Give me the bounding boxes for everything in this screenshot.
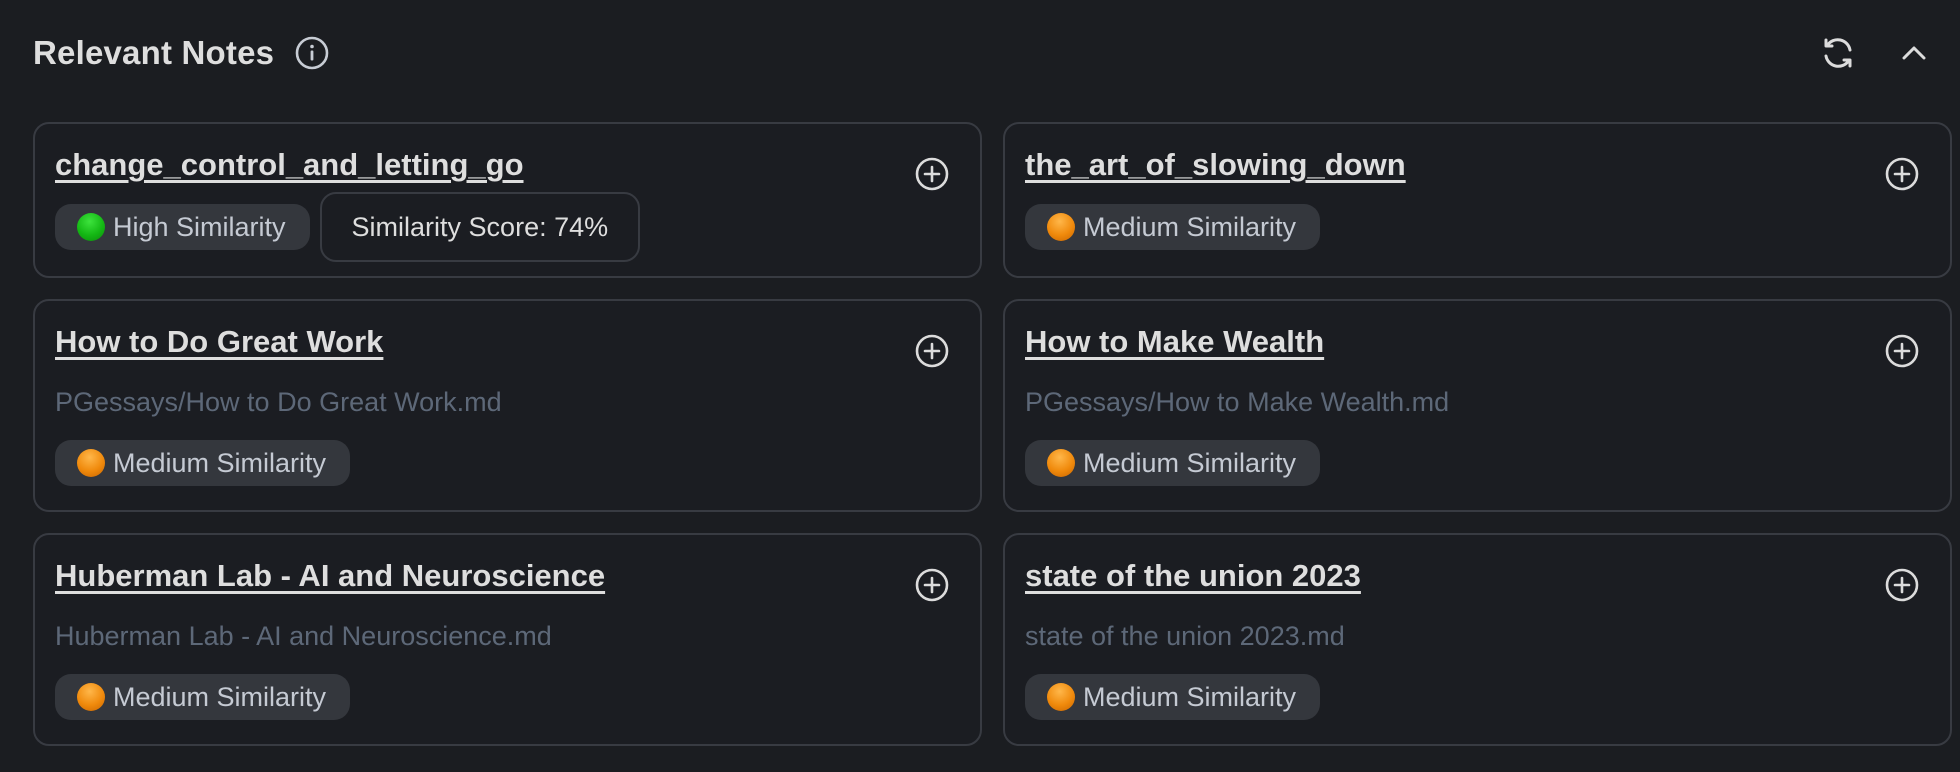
- note-path: state of the union 2023.md: [1025, 621, 1345, 651]
- similarity-badge: High Similarity: [55, 204, 310, 250]
- note-card[interactable]: the_art_of_slowing_down Medium Similarit…: [1003, 122, 1952, 278]
- note-path: PGessays/How to Make Wealth.md: [1025, 387, 1450, 417]
- add-note-button[interactable]: [1882, 154, 1922, 194]
- add-note-button[interactable]: [1882, 331, 1922, 371]
- header-actions: [1816, 28, 1936, 78]
- note-card[interactable]: Huberman Lab - AI and Neuroscience Huber…: [33, 533, 982, 746]
- orange-circle-icon: [1047, 449, 1075, 477]
- badge-row: Medium Similarity: [1025, 204, 1930, 250]
- green-circle-icon: [77, 213, 105, 241]
- note-path: PGessays/How to Do Great Work.md: [55, 387, 502, 417]
- add-note-button[interactable]: [912, 565, 952, 605]
- similarity-label: Medium Similarity: [113, 447, 327, 478]
- info-icon[interactable]: [294, 35, 330, 71]
- orange-circle-icon: [77, 683, 105, 711]
- note-title-link[interactable]: state of the union 2023: [1025, 557, 1361, 595]
- similarity-score-tooltip: Similarity Score: 74%: [319, 192, 641, 262]
- note-title-link[interactable]: How to Do Great Work: [55, 323, 383, 361]
- badge-row: Medium Similarity: [55, 440, 960, 486]
- add-note-button[interactable]: [912, 154, 952, 194]
- note-title-link[interactable]: Huberman Lab - AI and Neuroscience: [55, 557, 605, 595]
- orange-circle-icon: [1047, 683, 1075, 711]
- similarity-badge: Medium Similarity: [55, 674, 351, 720]
- note-card[interactable]: change_control_and_letting_go High Simil…: [33, 122, 982, 278]
- similarity-label: Medium Similarity: [113, 681, 327, 712]
- similarity-badge: Medium Similarity: [1025, 204, 1321, 250]
- note-title-link[interactable]: change_control_and_letting_go: [55, 146, 524, 184]
- badge-row: Medium Similarity: [1025, 674, 1930, 720]
- note-title-link[interactable]: the_art_of_slowing_down: [1025, 146, 1406, 184]
- note-card[interactable]: How to Do Great Work PGessays/How to Do …: [33, 299, 982, 512]
- badge-row: Medium Similarity: [1025, 440, 1930, 486]
- note-path: Huberman Lab - AI and Neuroscience.md: [55, 621, 552, 651]
- note-card[interactable]: How to Make Wealth PGessays/How to Make …: [1003, 299, 1952, 512]
- refresh-icon[interactable]: [1816, 31, 1860, 75]
- similarity-label: Medium Similarity: [1083, 211, 1297, 242]
- chevron-up-icon[interactable]: [1892, 31, 1936, 75]
- orange-circle-icon: [1047, 213, 1075, 241]
- orange-circle-icon: [77, 449, 105, 477]
- similarity-badge: Medium Similarity: [55, 440, 351, 486]
- add-note-button[interactable]: [912, 331, 952, 371]
- badge-row: High Similarity Similarity Score: 74%: [55, 192, 960, 262]
- add-note-button[interactable]: [1882, 565, 1922, 605]
- similarity-label: High Similarity: [113, 211, 286, 242]
- panel-title: Relevant Notes: [33, 34, 275, 71]
- relevant-notes-header: Relevant Notes: [33, 28, 1936, 78]
- similarity-badge: Medium Similarity: [1025, 674, 1321, 720]
- similarity-label: Medium Similarity: [1083, 681, 1297, 712]
- note-title-link[interactable]: How to Make Wealth: [1025, 323, 1324, 361]
- notes-grid: change_control_and_letting_go High Simil…: [33, 122, 1952, 746]
- similarity-label: Medium Similarity: [1083, 447, 1297, 478]
- note-card[interactable]: state of the union 2023 state of the uni…: [1003, 533, 1952, 746]
- badge-row: Medium Similarity: [55, 674, 960, 720]
- similarity-badge: Medium Similarity: [1025, 440, 1321, 486]
